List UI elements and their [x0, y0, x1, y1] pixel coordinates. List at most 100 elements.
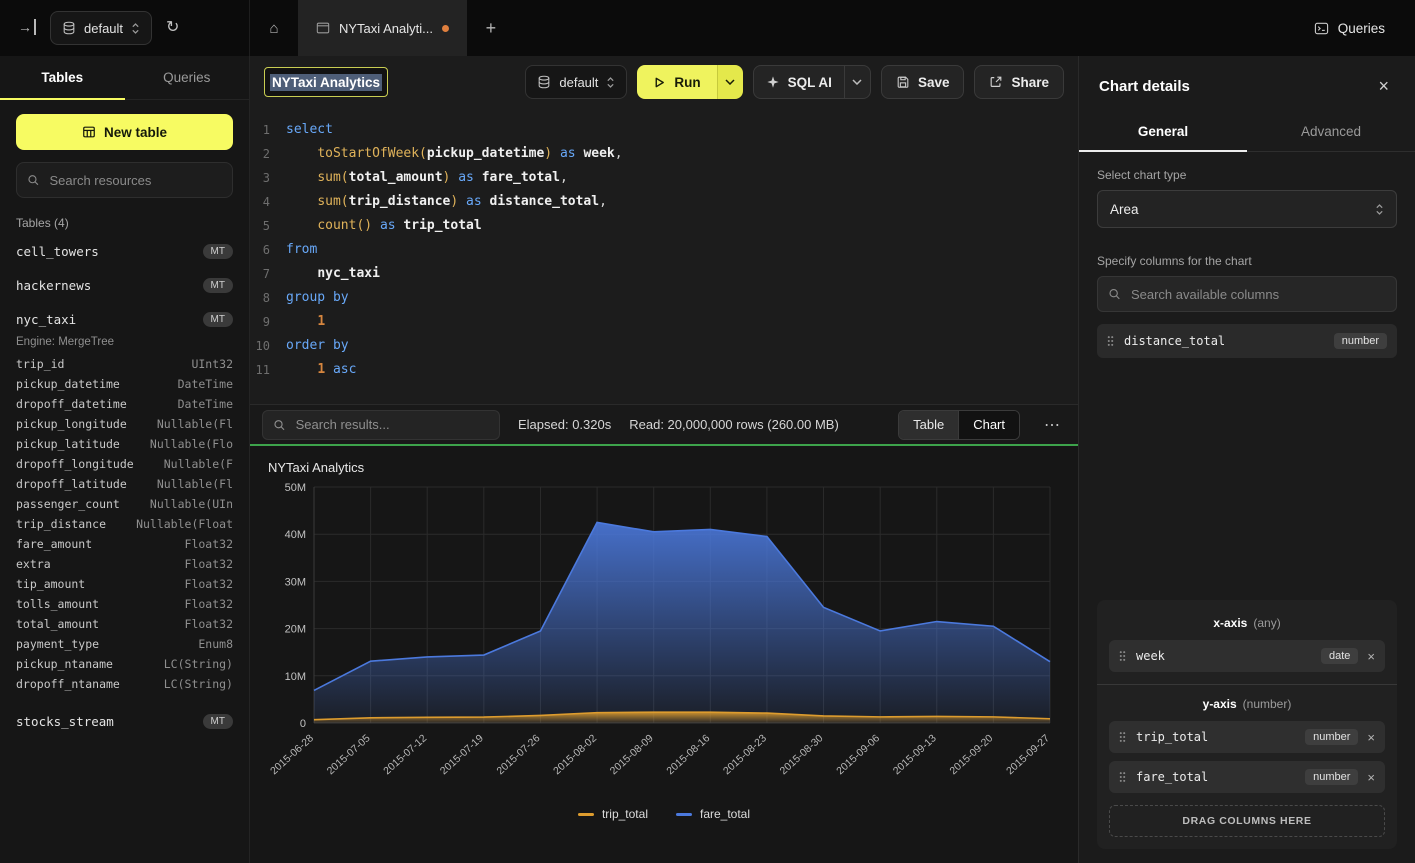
svg-text:2015-09-06: 2015-09-06: [834, 732, 882, 777]
column-name: dropoff_latitude: [16, 477, 127, 491]
view-toggle-chart[interactable]: Chart: [958, 411, 1019, 439]
sidebar-tab-queries[interactable]: Queries: [125, 56, 250, 99]
code-line[interactable]: 5 count() as trip_total: [250, 214, 1078, 238]
column-chip[interactable]: distance_total number: [1097, 324, 1397, 358]
column-type-badge: date: [1321, 648, 1358, 664]
search-icon: [27, 173, 40, 187]
close-panel-button[interactable]: ×: [1372, 76, 1395, 96]
share-icon: [989, 75, 1003, 89]
table-engine-badge: MT: [203, 278, 233, 293]
table-item[interactable]: nyc_taxiMT: [0, 302, 249, 336]
x-axis-chips: weekdate×: [1109, 640, 1385, 672]
axis-divider: [1097, 684, 1397, 685]
run-button[interactable]: Run: [637, 65, 716, 99]
sql-ai-button[interactable]: SQL AI: [754, 66, 844, 98]
body: Tables Queries New table Tables (4) cell…: [0, 56, 1415, 863]
panel-body: Select chart type Area Specify columns f…: [1079, 152, 1415, 863]
new-table-button[interactable]: New table: [16, 114, 233, 150]
legend-label: fare_total: [700, 807, 750, 821]
resources-search-input[interactable]: [48, 172, 223, 189]
svg-text:2015-09-27: 2015-09-27: [1004, 732, 1052, 777]
code-line[interactable]: 4 sum(trip_distance) as distance_total,: [250, 190, 1078, 214]
unsaved-changes-dot: [442, 25, 449, 32]
run-button-label: Run: [674, 75, 700, 90]
chart-area: NYTaxi Analytics 010M20M30M40M50M2015-06…: [250, 446, 1078, 863]
query-tab[interactable]: NYTaxi Analyti...: [298, 0, 467, 56]
collapse-sidebar-button[interactable]: →: [14, 16, 40, 40]
line-number: 10: [250, 334, 286, 358]
tab-window-icon: [316, 21, 330, 35]
column-chip-name: distance_total: [1124, 334, 1225, 348]
sql-ai-label: SQL AI: [788, 75, 832, 90]
sidebar-tab-tables[interactable]: Tables: [0, 56, 125, 99]
column-type: Nullable(Flo: [150, 437, 233, 451]
sidebar-tabs: Tables Queries: [0, 56, 249, 100]
code-line[interactable]: 11 1 asc: [250, 358, 1078, 382]
app: → default ↻ ⌂ NYTaxi Analyti... + Querie…: [0, 0, 1415, 863]
column-chip-name: trip_total: [1136, 730, 1208, 744]
share-button[interactable]: Share: [974, 65, 1064, 99]
column-row: dropoff_datetimeDateTime: [16, 394, 233, 414]
remove-column-icon[interactable]: ×: [1367, 770, 1375, 785]
code-line[interactable]: 1select: [250, 118, 1078, 142]
drop-zone[interactable]: DRAG COLUMNS HERE: [1109, 805, 1385, 837]
code-content: count() as trip_total: [286, 214, 482, 238]
table-name: nyc_taxi: [16, 312, 76, 327]
code-line[interactable]: 8group by: [250, 286, 1078, 310]
legend-item[interactable]: fare_total: [676, 807, 750, 821]
column-chip[interactable]: fare_totalnumber×: [1109, 761, 1385, 793]
code-line[interactable]: 3 sum(total_amount) as fare_total,: [250, 166, 1078, 190]
x-axis-heading: x-axis(any): [1109, 616, 1385, 630]
refresh-button[interactable]: ↻: [162, 16, 183, 40]
code-line[interactable]: 2 toStartOfWeek(pickup_datetime) as week…: [250, 142, 1078, 166]
code-content: toStartOfWeek(pickup_datetime) as week,: [286, 142, 623, 166]
query-title-input[interactable]: NYTaxi Analytics: [264, 67, 388, 97]
line-number: 4: [250, 190, 286, 214]
table-item[interactable]: stocks_streamMT: [0, 704, 249, 738]
database-selector-value: default: [84, 21, 123, 36]
remove-column-icon[interactable]: ×: [1367, 649, 1375, 664]
column-chip[interactable]: trip_totalnumber×: [1109, 721, 1385, 753]
results-search-input[interactable]: [294, 416, 489, 433]
header-actions: default Run: [525, 65, 1064, 99]
view-toggle-table[interactable]: Table: [899, 411, 958, 439]
updown-chevron-icon: [606, 75, 615, 90]
chart-type-select[interactable]: Area: [1097, 190, 1397, 228]
code-line[interactable]: 7 nyc_taxi: [250, 262, 1078, 286]
run-options-button[interactable]: [717, 65, 743, 99]
query-tab-label: NYTaxi Analyti...: [339, 21, 433, 36]
legend-item[interactable]: trip_total: [578, 807, 648, 821]
topbar: → default ↻ ⌂ NYTaxi Analyti... + Querie…: [0, 0, 1415, 56]
code-line[interactable]: 6from: [250, 238, 1078, 262]
column-name: pickup_datetime: [16, 377, 120, 391]
code-line[interactable]: 9 1: [250, 310, 1078, 334]
queries-button[interactable]: Queries: [1308, 20, 1391, 37]
database-selector[interactable]: default: [50, 11, 152, 45]
home-tab[interactable]: ⌂: [250, 0, 298, 56]
chart-title: NYTaxi Analytics: [268, 460, 1060, 475]
columns-search-input[interactable]: [1129, 286, 1386, 303]
svg-text:20M: 20M: [285, 624, 306, 636]
more-options-button[interactable]: ⋯: [1038, 415, 1066, 435]
column-chip-right: number: [1334, 333, 1387, 349]
column-chip-right: date ×: [1321, 648, 1375, 664]
save-button[interactable]: Save: [881, 65, 965, 99]
column-chip[interactable]: weekdate×: [1109, 640, 1385, 672]
table-item[interactable]: hackernewsMT: [0, 268, 249, 302]
results-chart[interactable]: 010M20M30M40M50M2015-06-282015-07-052015…: [268, 481, 1060, 803]
sql-ai-options-button[interactable]: [844, 66, 870, 98]
sql-editor[interactable]: 1select2 toStartOfWeek(pickup_datetime) …: [250, 108, 1078, 404]
panel-tab-general[interactable]: General: [1079, 112, 1247, 151]
query-database-selector[interactable]: default: [525, 65, 627, 99]
column-type: Float32: [185, 617, 233, 631]
queries-icon: [1314, 21, 1329, 36]
new-tab-button[interactable]: +: [467, 0, 515, 56]
svg-text:2015-08-30: 2015-08-30: [778, 732, 826, 777]
panel-tab-advanced[interactable]: Advanced: [1247, 112, 1415, 151]
rows-read: Read: 20,000,000 rows (260.00 MB): [629, 417, 839, 432]
remove-column-icon[interactable]: ×: [1367, 730, 1375, 745]
code-line[interactable]: 10order by: [250, 334, 1078, 358]
column-row: tip_amountFloat32: [16, 574, 233, 594]
table-item[interactable]: cell_towersMT: [0, 234, 249, 268]
column-row: trip_idUInt32: [16, 354, 233, 374]
